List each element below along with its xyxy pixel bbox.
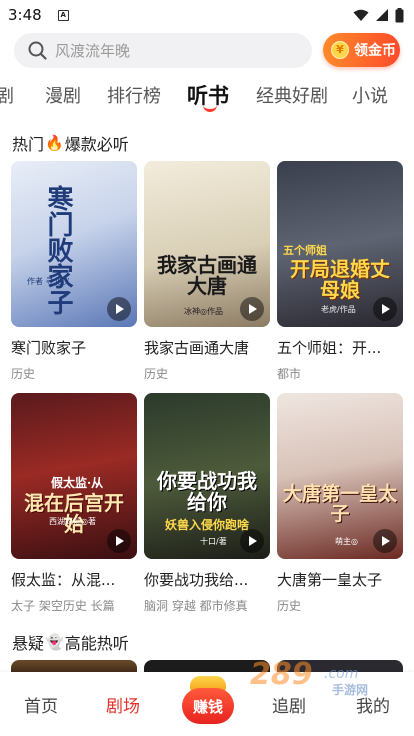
book-card[interactable]: 你要战功我给你 妖兽入侵你跑啥 十口/著 你要战功我给... 脑洞 穿越 都市修… — [144, 393, 270, 614]
play-icon[interactable] — [107, 529, 131, 553]
notification-icon: A — [57, 9, 69, 21]
active-tab-indicator — [203, 104, 217, 112]
tab-ranking[interactable]: 排行榜 — [107, 82, 161, 108]
cover-title-text: 开局退婚丈母娘 — [290, 257, 390, 302]
book-tags: 都市 — [277, 367, 302, 381]
book-title[interactable]: 假太监：从混... — [11, 569, 137, 590]
book-cover[interactable]: 你要战功我给你 妖兽入侵你跑啥 十口/著 — [144, 393, 270, 559]
search-row: 风渡流年晚 ¥ 领金币 — [14, 32, 400, 68]
section-hot-suffix: 爆款必听 — [64, 135, 129, 154]
book-card[interactable]: 假太监·从 混在后宫开始 西湖疯仙◎著 假太监：从混... 太子 架空历史 长篇 — [11, 393, 137, 614]
claim-coins-button[interactable]: ¥ 领金币 — [323, 33, 400, 67]
cover-title-text: 寒门败家子 — [43, 185, 73, 315]
book-card[interactable]: 寒门败家子 作者 寻北仪 寒门败家子 历史 — [11, 161, 137, 382]
book-tags: 历史 — [11, 367, 36, 381]
nav-profile[interactable]: 我的 — [356, 692, 390, 717]
ghost-icon: 👻 — [45, 633, 64, 651]
category-tabs: 剧 漫剧 排行榜 听书 经典好剧 小说 — [0, 82, 414, 118]
fire-icon: 🔥 — [45, 134, 64, 152]
status-bar: 3:48 A — [0, 0, 414, 30]
book-title[interactable]: 五个师姐：开... — [277, 337, 403, 358]
wifi-icon — [353, 9, 369, 21]
book-title[interactable]: 寒门败家子 — [11, 337, 137, 358]
bottom-nav: 首页 剧场 赚钱 追剧 我的 — [0, 672, 414, 736]
book-card[interactable]: 我家古画通大唐 冰神◎作品 我家古画通大唐 历史 — [144, 161, 270, 382]
nav-earn-label: 赚钱 — [182, 688, 234, 724]
nav-following[interactable]: 追剧 — [272, 692, 306, 717]
tab-comic-drama[interactable]: 漫剧 — [45, 82, 81, 108]
book-card[interactable]: 大唐第一皇太子 萌主◎ 大唐第一皇太子 历史 — [277, 393, 403, 614]
play-icon[interactable] — [373, 529, 397, 553]
status-time: 3:48 — [8, 6, 42, 24]
search-icon — [28, 41, 47, 60]
cover-author-text: 十口/著 — [200, 537, 227, 546]
cover-author-text: 冰神◎作品 — [184, 307, 223, 316]
battery-icon — [395, 7, 404, 22]
section-title-hot: 热门 🔥 爆款必听 — [12, 131, 129, 155]
cover-top-text: 五个师姐 — [283, 244, 327, 257]
book-cover[interactable]: 五个师姐 开局退婚丈母娘 老虎/作品 — [277, 161, 403, 327]
book-cover[interactable]: 假太监·从 混在后宫开始 西湖疯仙◎著 — [11, 393, 137, 559]
section-suspense-suffix: 高能热听 — [64, 634, 129, 653]
book-cover[interactable]: 大唐第一皇太子 萌主◎ — [277, 393, 403, 559]
book-title[interactable]: 我家古画通大唐 — [144, 337, 270, 358]
tab-partial-drama[interactable]: 剧 — [0, 82, 14, 108]
section-suspense-prefix: 悬疑 — [12, 634, 45, 653]
cover-author-text: 萌主◎ — [335, 537, 358, 546]
cover-title-text: 我家古画通大唐 — [157, 253, 257, 298]
search-input[interactable]: 风渡流年晚 — [14, 32, 312, 68]
cover-author-text: 作者 寻北仪 — [27, 277, 70, 286]
play-icon[interactable] — [107, 297, 131, 321]
nav-earn-button[interactable]: 赚钱 — [180, 676, 236, 726]
section-hot-prefix: 热门 — [12, 135, 45, 154]
section-title-suspense: 悬疑 👻 高能热听 — [12, 630, 129, 654]
play-icon[interactable] — [240, 529, 264, 553]
book-tags: 历史 — [277, 599, 302, 613]
coin-icon: ¥ — [331, 41, 349, 59]
status-indicators — [353, 7, 404, 23]
book-title[interactable]: 你要战功我给... — [144, 569, 270, 590]
book-title[interactable]: 大唐第一皇太子 — [277, 569, 403, 590]
signal-icon — [376, 9, 388, 21]
book-card[interactable]: 五个师姐 开局退婚丈母娘 老虎/作品 五个师姐：开... 都市 — [277, 161, 403, 382]
cover-author-text: 西湖疯仙◎著 — [49, 517, 96, 526]
book-cover[interactable]: 寒门败家子 作者 寻北仪 — [11, 161, 137, 327]
play-icon[interactable] — [373, 297, 397, 321]
cover-title-text: 混在后宫开始 — [24, 491, 124, 536]
book-tags: 太子 架空历史 长篇 — [11, 599, 115, 613]
nav-theater[interactable]: 剧场 — [106, 692, 140, 717]
play-icon[interactable] — [240, 297, 264, 321]
cover-top-text: 假太监·从 — [51, 476, 104, 490]
claim-coins-label: 领金币 — [354, 43, 396, 59]
book-tags: 历史 — [144, 367, 169, 381]
book-tags: 脑洞 穿越 都市修真 — [144, 599, 248, 613]
tab-novel[interactable]: 小说 — [352, 82, 388, 108]
cover-title-text: 你要战功我给你 — [157, 469, 257, 514]
tab-classic-drama[interactable]: 经典好剧 — [256, 82, 328, 108]
search-placeholder: 风渡流年晚 — [55, 41, 131, 60]
cover-author-text: 老虎/作品 — [321, 305, 356, 314]
nav-home[interactable]: 首页 — [24, 692, 58, 717]
tab-audiobook[interactable]: 听书 — [187, 80, 229, 112]
cover-title-text: 大唐第一皇太子 — [283, 483, 398, 525]
book-cover[interactable]: 我家古画通大唐 冰神◎作品 — [144, 161, 270, 327]
